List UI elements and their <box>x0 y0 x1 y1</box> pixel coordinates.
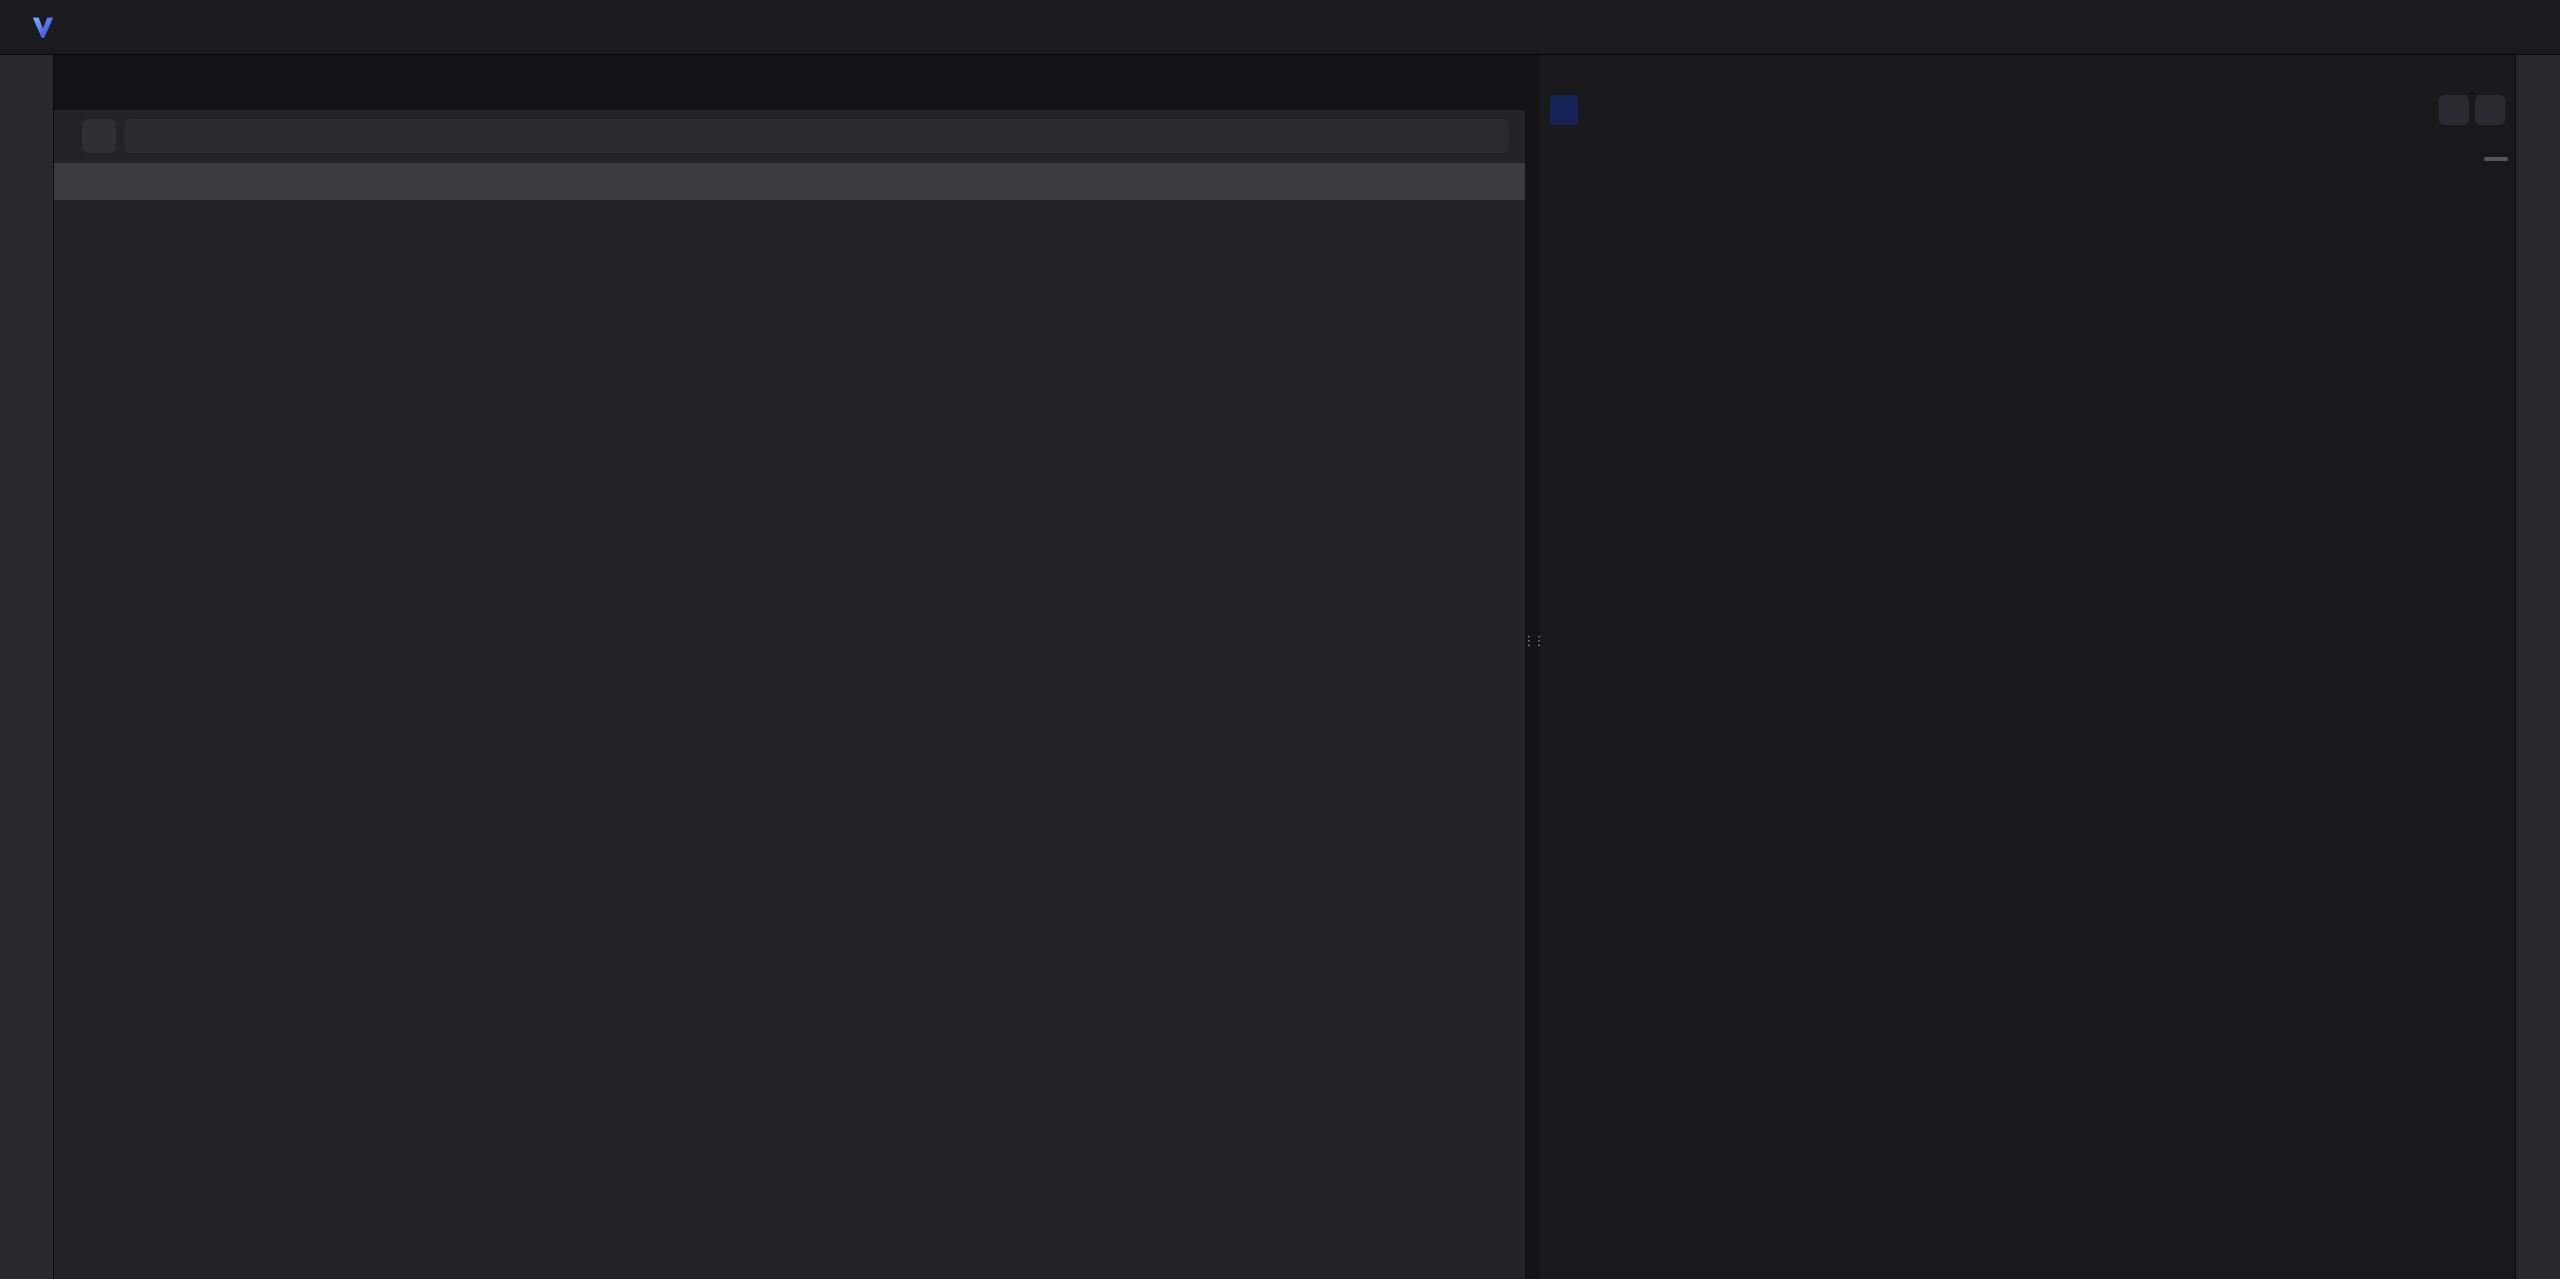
add-tab-button[interactable] <box>58 55 102 110</box>
left-rail <box>0 55 54 1279</box>
back-button[interactable] <box>82 119 116 153</box>
code-area[interactable] <box>1546 161 2511 1279</box>
path-input[interactable] <box>142 128 1499 144</box>
panel-splitter[interactable]: ⋮⋮ <box>1525 55 1540 1279</box>
fullscreen-button[interactable] <box>2504 0 2560 54</box>
file-table-body <box>54 200 1525 1279</box>
file-table-header <box>54 163 1525 200</box>
right-rail <box>2515 55 2560 1279</box>
top-nav <box>0 0 2560 55</box>
save-button[interactable] <box>2439 95 2469 125</box>
session-tabbar <box>54 55 1525 110</box>
brand[interactable] <box>0 0 93 54</box>
file-manager-panel <box>54 110 1525 1279</box>
path-bar[interactable] <box>124 119 1509 153</box>
editor-header <box>1550 93 2505 127</box>
orion-logo-icon <box>30 14 56 40</box>
editor-panel <box>1540 55 2515 1279</box>
close-editor-button[interactable] <box>2475 95 2505 125</box>
file-toolbar <box>82 118 1519 154</box>
editor-file-tab[interactable] <box>1550 95 1578 125</box>
